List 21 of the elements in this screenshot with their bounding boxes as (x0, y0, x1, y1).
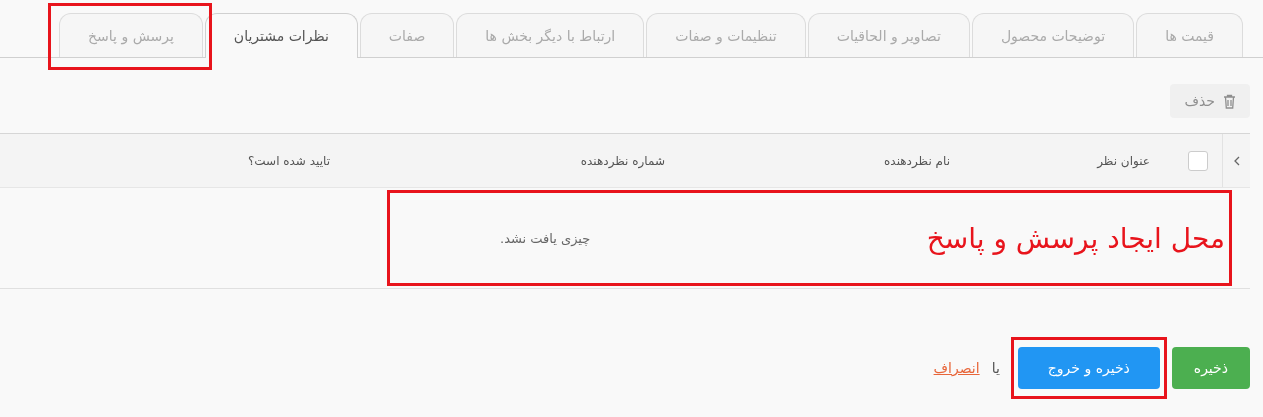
empty-message: چیزی یافت نشد. (500, 230, 591, 246)
column-header: تایید شده است؟ (246, 153, 330, 168)
tab[interactable]: صفات (359, 13, 455, 57)
column-header: نام نظردهنده (883, 153, 950, 168)
select-all-checkbox[interactable] (1188, 150, 1208, 171)
annotation-text: محل ایجاد پرسش و پاسخ (926, 221, 1225, 255)
tab[interactable]: ارتباط با دیگر بخش ها (456, 13, 645, 57)
or-label: یا (991, 360, 1000, 376)
column-header: عنوان نظر (1095, 153, 1150, 168)
tab[interactable]: قیمت ها (1136, 13, 1243, 57)
tab[interactable]: پرسش و پاسخ (59, 13, 203, 57)
tab[interactable]: توضیحات محصول (971, 13, 1135, 57)
save-exit-button[interactable]: ذخیره و خروج (1017, 347, 1160, 389)
tab[interactable]: تنظیمات و صفات (646, 13, 806, 57)
column-header: شماره نظردهنده (579, 153, 665, 168)
trash-icon (1223, 93, 1236, 109)
save-button[interactable]: ذخیره (1171, 347, 1250, 389)
cancel-link[interactable]: انصراف (933, 360, 980, 376)
chevron-icon[interactable] (1232, 155, 1241, 166)
tab[interactable]: نظرات مشتریان (204, 13, 358, 58)
tab[interactable]: تصاویر و الحاقیات (807, 13, 970, 57)
